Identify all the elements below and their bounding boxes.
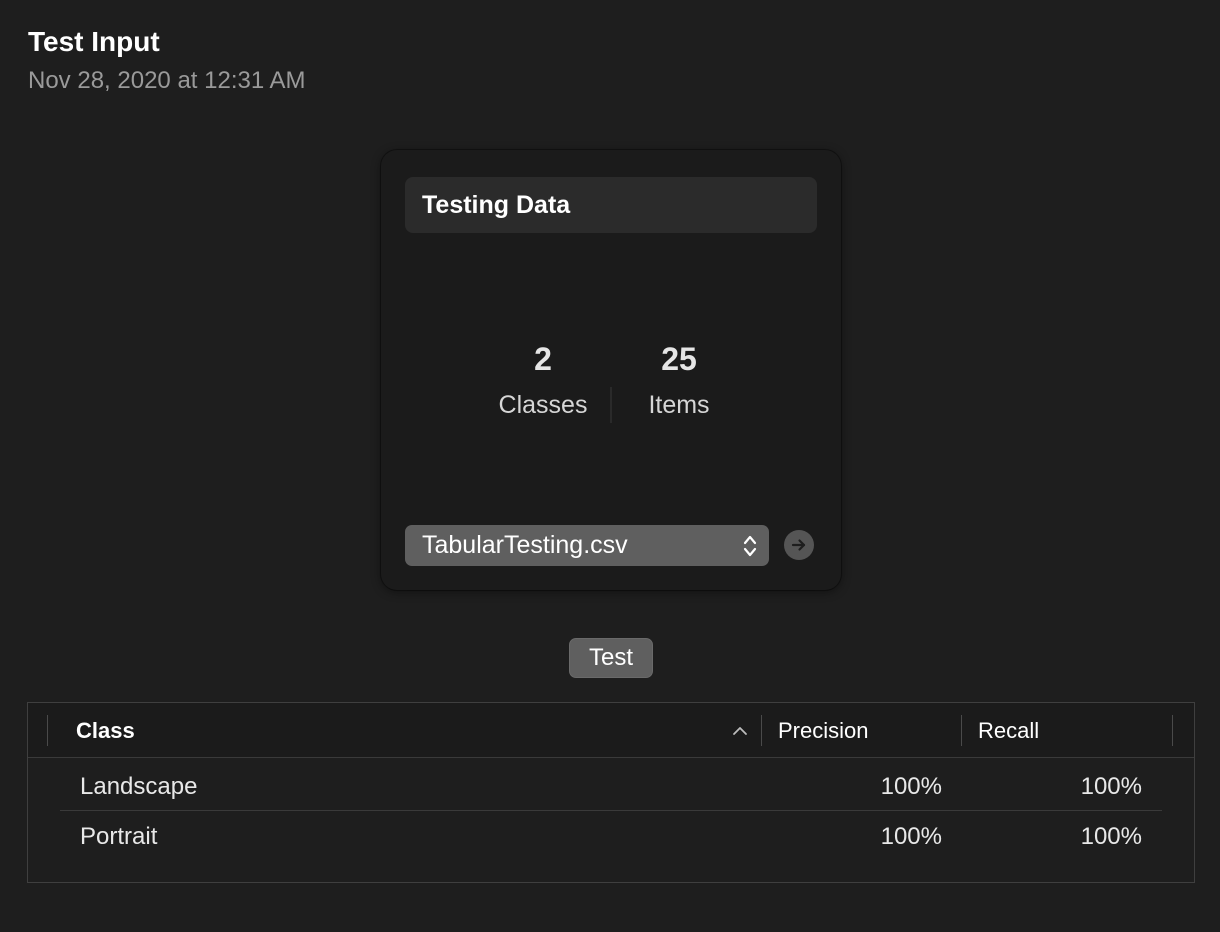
go-button[interactable] <box>784 530 814 560</box>
table-header: Class Precision Recall <box>28 703 1194 758</box>
column-header-recall[interactable]: Recall <box>978 717 1039 745</box>
card-title: Testing Data <box>405 177 817 233</box>
cell-recall: 100% <box>1080 823 1142 850</box>
data-stats: 2 Classes 25 Items <box>381 335 841 430</box>
page-title: Test Input <box>28 26 160 57</box>
results-table: Class Precision Recall Landscape 100% 10… <box>27 702 1195 883</box>
chevron-up-down-icon <box>743 535 757 557</box>
stat-classes-value: 2 <box>534 341 552 377</box>
test-input-page: Test Input Nov 28, 2020 at 12:31 AM Test… <box>0 0 1220 932</box>
cell-class: Landscape <box>80 773 198 800</box>
stat-items: 25 Items <box>604 335 754 427</box>
cell-class: Portrait <box>80 823 158 850</box>
table-row[interactable]: Landscape 100% 100% <box>28 759 1194 809</box>
stat-items-label: Items <box>648 391 710 419</box>
stat-classes-label: Classes <box>498 391 588 419</box>
column-separator[interactable] <box>961 715 962 746</box>
table-row[interactable]: Portrait 100% 100% <box>28 809 1194 859</box>
arrow-right-circle-icon <box>791 539 806 551</box>
page-timestamp: Nov 28, 2020 at 12:31 AM <box>28 67 306 94</box>
column-separator[interactable] <box>761 715 762 746</box>
chevron-up-icon[interactable] <box>732 723 748 739</box>
testing-data-card: Testing Data 2 Classes 25 Items TabularT… <box>381 150 841 590</box>
cell-precision: 100% <box>880 773 942 800</box>
testing-file-select-value: TabularTesting.csv <box>422 531 628 559</box>
column-separator <box>1172 715 1173 746</box>
stat-items-value: 25 <box>661 341 697 377</box>
testing-file-select[interactable]: TabularTesting.csv <box>405 525 769 566</box>
column-header-precision[interactable]: Precision <box>778 717 868 745</box>
cell-precision: 100% <box>880 823 942 850</box>
cell-recall: 100% <box>1080 773 1142 800</box>
stat-classes: 2 Classes <box>468 335 618 427</box>
test-button[interactable]: Test <box>569 638 653 678</box>
column-separator <box>47 715 48 746</box>
column-header-class[interactable]: Class <box>76 717 135 745</box>
